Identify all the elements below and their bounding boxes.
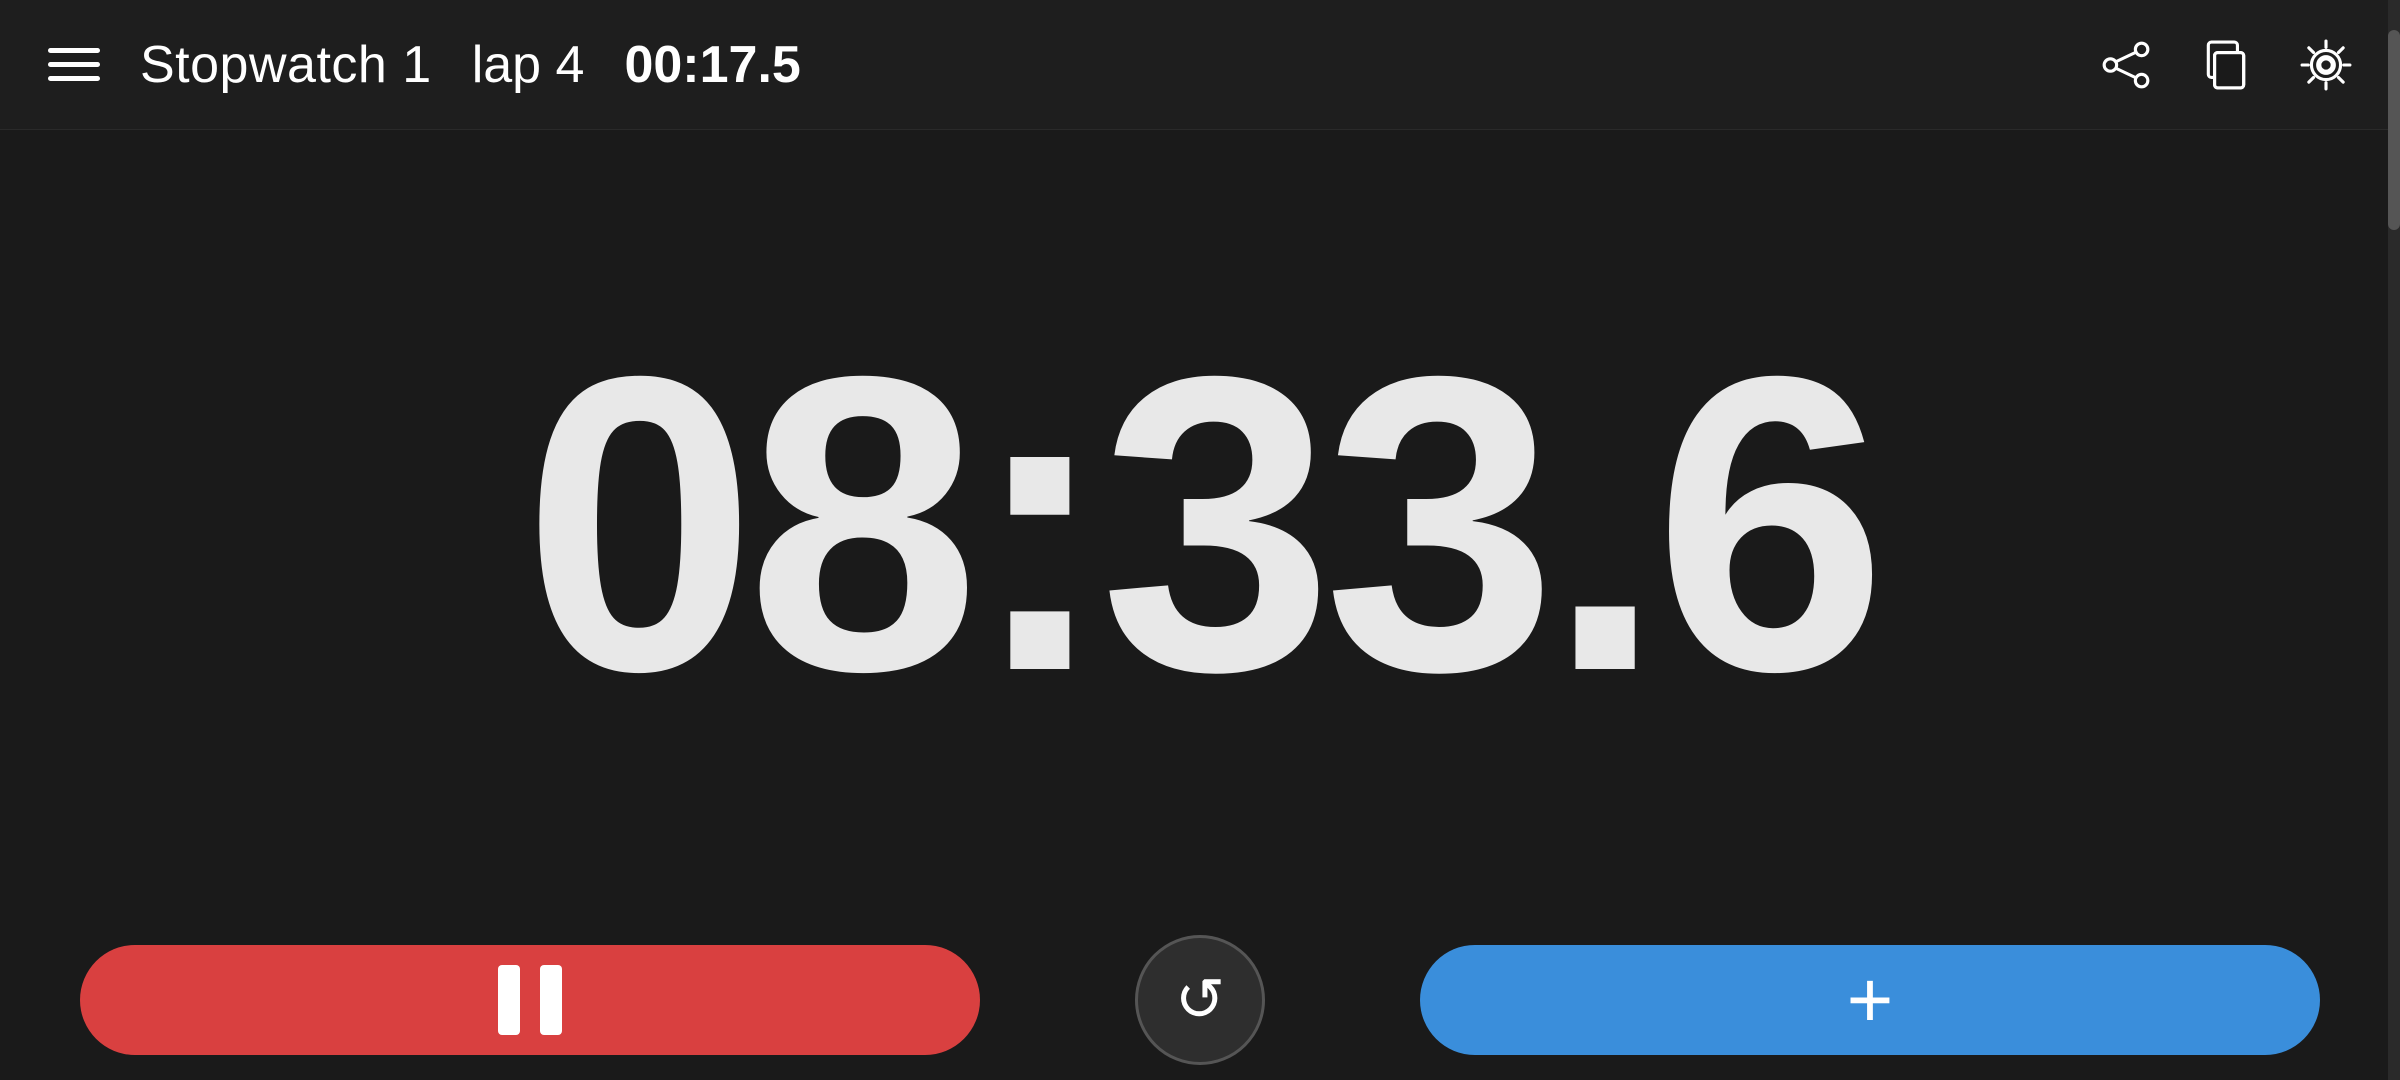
app-title: Stopwatch 1 bbox=[140, 35, 432, 95]
pause-bar-right bbox=[540, 965, 562, 1035]
pause-bar-left bbox=[498, 965, 520, 1035]
lap-time: 00:17.5 bbox=[624, 35, 800, 95]
pause-icon bbox=[498, 965, 562, 1035]
top-bar-left: Stopwatch 1 lap 4 00:17.5 bbox=[48, 35, 801, 95]
timer-container: 08:33.6 bbox=[0, 130, 2400, 920]
settings-icon[interactable] bbox=[2300, 39, 2352, 91]
pause-button[interactable] bbox=[80, 945, 980, 1055]
controls-bar: ↺ + bbox=[0, 920, 2400, 1080]
reset-icon: ↺ bbox=[1175, 965, 1225, 1035]
lap-info: lap 4 bbox=[472, 35, 585, 95]
menu-icon[interactable] bbox=[48, 48, 100, 81]
save-icon[interactable] bbox=[2200, 39, 2252, 91]
share-icon[interactable] bbox=[2100, 39, 2152, 91]
timer-display: 08:33.6 bbox=[523, 315, 1877, 735]
scrollbar[interactable] bbox=[2388, 0, 2400, 1080]
top-bar-right bbox=[2100, 39, 2352, 91]
plus-icon: + bbox=[1847, 960, 1894, 1040]
top-bar: Stopwatch 1 lap 4 00:17.5 bbox=[0, 0, 2400, 130]
reset-button[interactable]: ↺ bbox=[1135, 935, 1265, 1065]
scrollbar-thumb bbox=[2388, 30, 2400, 230]
lap-button[interactable]: + bbox=[1420, 945, 2320, 1055]
